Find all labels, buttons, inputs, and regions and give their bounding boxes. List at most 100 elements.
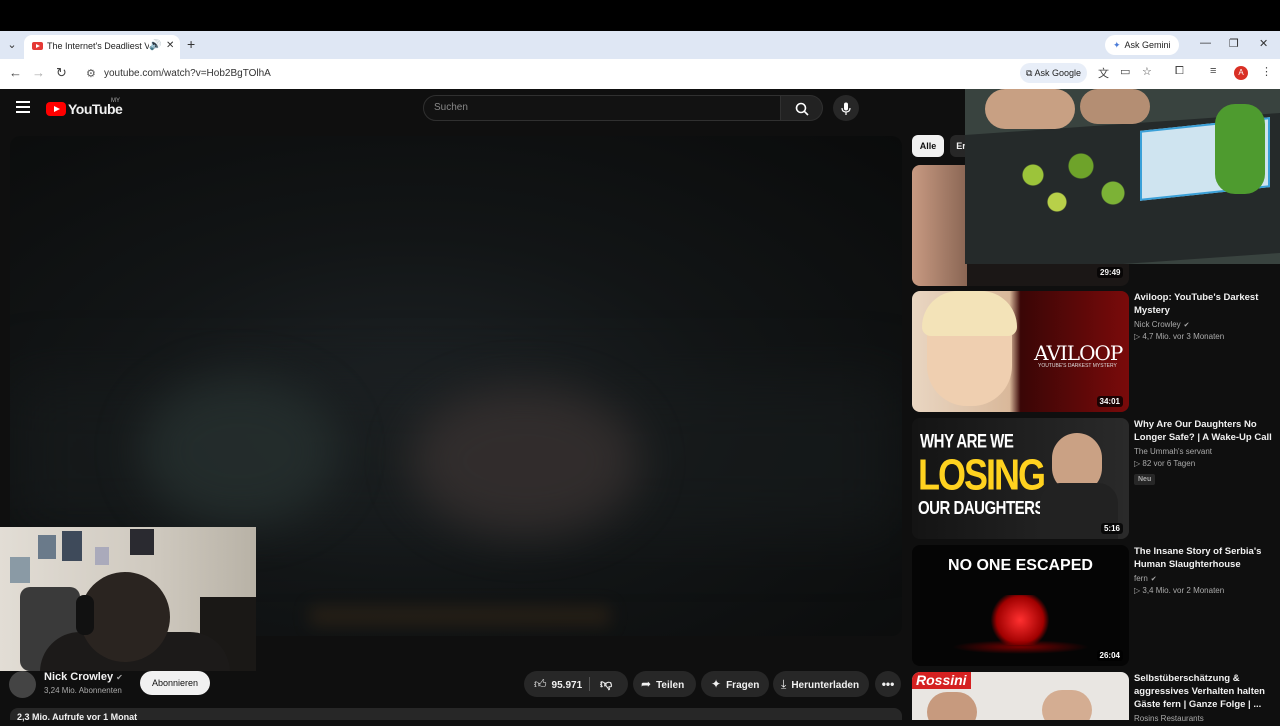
recommendation-meta[interactable]: Selbstüberschätzung & aggressives Verhal… [1134,672,1274,723]
thumbs-down-icon: 👎︎ [600,677,613,691]
recommendation-title: Why Are Our Daughters No Longer Safe? | … [1134,419,1272,443]
desktop-top-bar [0,0,1280,31]
thumbnail-face [912,165,967,286]
sparkle-icon: ✦ [711,677,722,691]
subscribe-button[interactable]: Abonnieren [140,671,210,695]
headphones [76,595,94,635]
reading-list-icon[interactable]: ≡ [1210,65,1216,77]
recommendation-channel: The Ummah's servant [1134,447,1212,456]
overlay-hand [985,89,1075,129]
microphone-icon [841,102,851,115]
search-placeholder: Suchen [434,102,468,113]
tab-close-icon[interactable]: ✕ [166,40,174,51]
thumbnail-text-line: OUR DAUGHTERS? [918,498,1053,519]
recommendation-thumbnail[interactable]: WHY ARE WE LOSING OUR DAUGHTERS? 5:16 [912,418,1129,539]
share-button[interactable]: ➦ Teilen [633,671,696,697]
tab-title: The Internet's Deadliest Vid [47,41,158,51]
guide-menu-icon[interactable] [16,101,30,113]
duration-badge: 26:04 [1096,650,1123,661]
webcam-poster [10,557,30,583]
dislike-button[interactable]: 👎︎ [600,671,612,697]
view-count: 2,3 Mio. Aufrufe vor 1 Monat [17,712,138,722]
duration-badge: 5:16 [1100,523,1123,534]
download-button[interactable]: ⤓ Herunterladen [773,671,869,697]
recommendation-meta[interactable]: The Insane Story of Serbia's Human Slaug… [1134,545,1274,595]
bookmark-star-icon[interactable]: ☆ [1142,65,1152,78]
video-description-box[interactable]: 2,3 Mio. Aufrufe vor 1 Monat [10,708,902,722]
channel-text: Nick Crowley [1134,320,1181,329]
recommendation-stats: ▷ 82 vor 6 Tagen [1134,459,1196,468]
webcam-poster [130,529,154,555]
verified-icon: ✔ [116,673,123,682]
overlay-hand [1080,89,1150,124]
recommendation-stats: ▷ 3,4 Mio. vor 2 Monaten [1134,586,1225,595]
ask-google-button[interactable]: ⧉ Ask Google [1020,63,1087,83]
floating-video-overlay[interactable] [965,89,1280,264]
new-tab-button[interactable]: + [187,37,195,51]
share-label: Teilen [656,680,685,691]
thumbnail-title-text: Rossini [912,672,971,689]
thumbnail-title-text: NO ONE ESCAPED [948,557,1093,574]
channel-name-text: Nick Crowley [44,671,114,683]
browser-tab-strip: ⌄ The Internet's Deadliest Vid 🔊 ✕ + [0,31,1280,59]
back-icon[interactable]: ← [9,66,22,80]
channel-name[interactable]: Nick Crowley ✔ [44,671,123,683]
ask-gemini-button[interactable]: ✦ Ask Gemini [1105,35,1179,55]
gemini-sparkle-icon: ✦ [1113,40,1121,50]
recommendation-meta[interactable]: Why Are Our Daughters No Longer Safe? | … [1134,418,1274,486]
reload-icon[interactable]: ↻ [56,66,67,80]
webcam-poster [38,535,56,559]
ask-button[interactable]: ✦ Fragen [701,671,769,697]
tab-search-chevron-icon[interactable]: ⌄ [4,37,20,53]
address-bar[interactable]: ⚙ youtube.com/watch?v=Hob2BgTOlhA [80,63,1165,85]
recommendation-thumbnail[interactable]: NO ONE ESCAPED 26:04 [912,545,1129,666]
ask-label: Fragen [726,680,760,691]
audio-playing-icon[interactable]: 🔊 [149,40,162,51]
thumbs-up-icon: 👍︎ [534,677,547,691]
thumbnail-title-text: AVILOOP [1034,341,1123,365]
channel-avatar[interactable] [9,671,36,698]
recommendation-title: The Insane Story of Serbia's Human Slaug… [1134,546,1262,570]
more-actions-button[interactable]: ••• [875,671,901,697]
chip-all[interactable]: Alle [912,135,944,157]
browser-tab[interactable]: The Internet's Deadliest Vid 🔊 ✕ [24,35,180,59]
youtube-logo[interactable]: YouTube MY [46,98,123,118]
video-frame-figure-center [410,386,640,536]
minimize-icon[interactable]: — [1200,37,1211,49]
search-button[interactable] [781,95,823,121]
like-button[interactable]: 👍︎ 95.971 [534,671,582,699]
duration-badge: 34:01 [1096,396,1123,407]
recommendation-stats: ▷ 4,7 Mio. vor 3 Monaten [1134,332,1225,341]
voice-search-button[interactable] [833,95,859,121]
profile-avatar[interactable]: A [1234,66,1248,80]
youtube-header: YouTube MY Suchen [0,89,965,129]
browser-menu-icon[interactable]: ⋮ [1261,65,1272,78]
youtube-favicon-icon [32,42,43,50]
duration-badge: 29:49 [1097,267,1124,278]
recommendation-title: Aviloop: YouTube's Darkest Mystery [1134,292,1259,316]
recommendation-meta[interactable]: Aviloop: YouTube's Darkest Mystery Nick … [1134,291,1274,341]
window-close-icon[interactable]: ✕ [1259,37,1268,50]
extensions-icon[interactable]: ⧠ [1175,65,1184,78]
translate-icon[interactable]: 文 [1098,65,1109,81]
download-icon: ⤓ [781,677,787,691]
more-horizontal-icon: ••• [881,677,895,691]
forward-icon[interactable]: → [32,66,45,80]
search-input[interactable]: Suchen [423,95,781,121]
restore-icon[interactable]: ❐ [1229,37,1239,50]
site-info-icon[interactable]: ⚙ [86,67,96,80]
youtube-play-icon [46,101,66,116]
recommendation-thumbnail[interactable]: Rossini [912,672,1129,720]
like-divider [589,677,590,691]
country-code: MY [111,98,120,104]
thumbnail-hair [922,291,1017,336]
share-arrow-icon: ➦ [641,677,652,691]
verified-icon: ✔ [1150,576,1157,583]
cast-icon[interactable]: ▭ [1120,65,1130,78]
like-dislike-group: 👍︎ 95.971 👎︎ [524,671,628,697]
ask-gemini-label: Ask Gemini [1124,40,1171,50]
recommendation-thumbnail[interactable]: AVILOOP YOUTUBE'S DARKEST MYSTERY 34:01 [912,291,1129,412]
recommendation-channel: Rosins Restaurants [1134,714,1204,723]
url-text: youtube.com/watch?v=Hob2BgTOlhA [104,68,271,79]
recommendation-channel: Nick Crowley ✔ [1134,320,1274,329]
